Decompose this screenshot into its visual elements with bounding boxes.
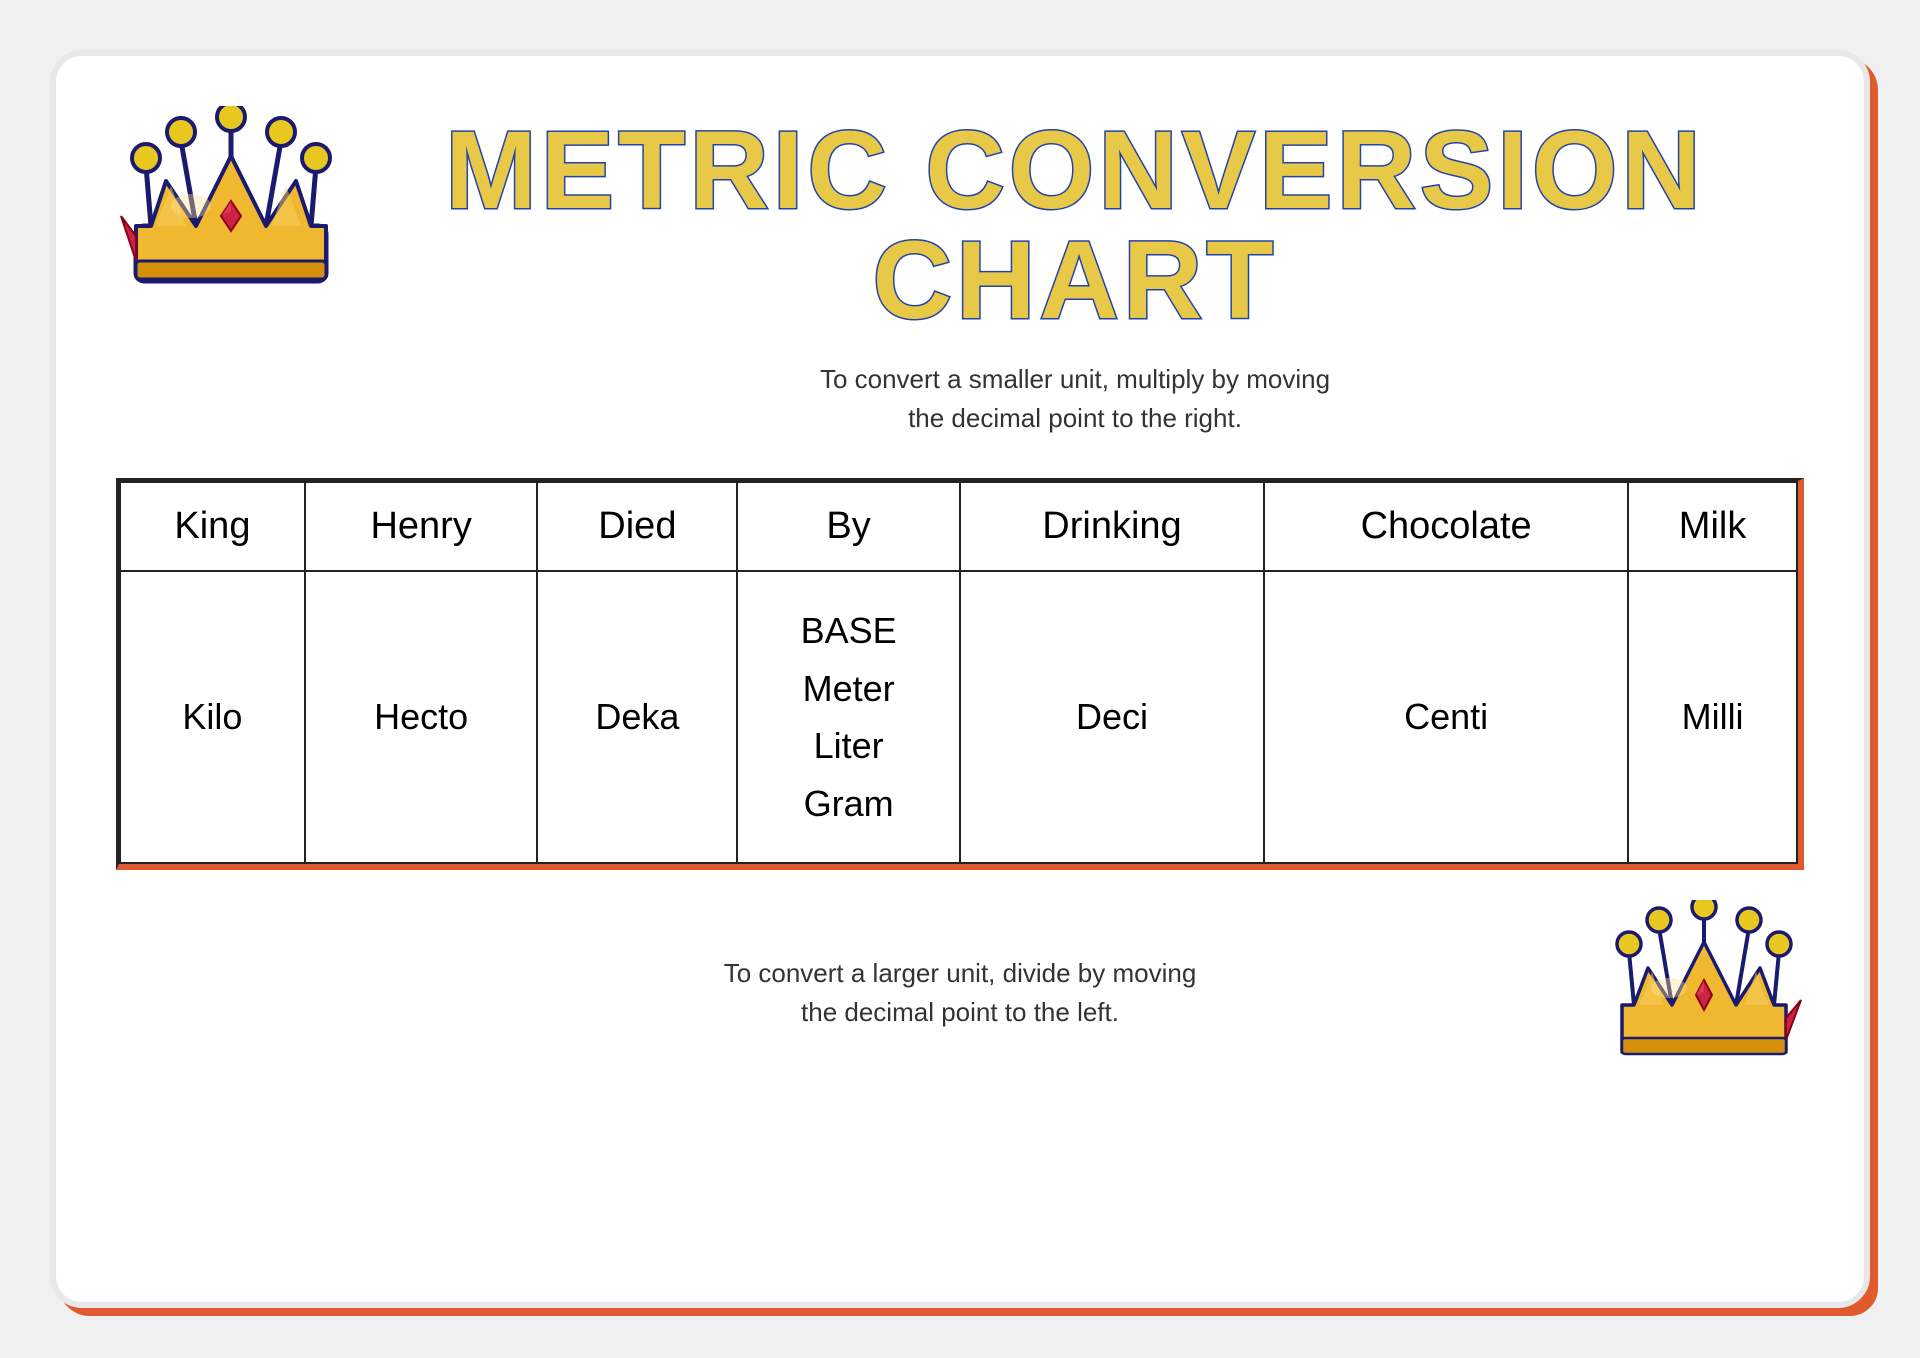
col-by: By	[737, 482, 960, 571]
val-deka: Deka	[537, 571, 737, 863]
conversion-table-wrapper: King Henry Died By Drinking Chocolate Mi…	[116, 478, 1804, 870]
col-chocolate: Chocolate	[1264, 482, 1628, 571]
bottom-text: To convert a larger unit, divide by movi…	[116, 954, 1604, 1032]
val-milli: Milli	[1628, 571, 1797, 863]
val-hecto: Hecto	[305, 571, 538, 863]
val-centi: Centi	[1264, 571, 1628, 863]
title-area: METRIC CONVERSION CHART To convert a sma…	[346, 96, 1804, 438]
table-data-row: Kilo Hecto Deka BASEMeterLiterGram Deci …	[120, 571, 1797, 863]
crown-left-icon	[116, 106, 346, 316]
col-died: Died	[537, 482, 737, 571]
conversion-table: King Henry Died By Drinking Chocolate Mi…	[119, 481, 1798, 864]
crown-right-icon	[1604, 900, 1804, 1085]
val-deci: Deci	[960, 571, 1264, 863]
val-base: BASEMeterLiterGram	[737, 571, 960, 863]
col-drinking: Drinking	[960, 482, 1264, 571]
col-king: King	[120, 482, 305, 571]
main-card: METRIC CONVERSION CHART To convert a sma…	[50, 50, 1870, 1308]
table-header-row: King Henry Died By Drinking Chocolate Mi…	[120, 482, 1797, 571]
page-title: METRIC CONVERSION CHART	[445, 116, 1705, 336]
col-milk: Milk	[1628, 482, 1797, 571]
bottom-area: To convert a larger unit, divide by movi…	[116, 900, 1804, 1085]
col-henry: Henry	[305, 482, 538, 571]
subtitle-text: To convert a smaller unit, multiply by m…	[820, 360, 1330, 438]
val-kilo: Kilo	[120, 571, 305, 863]
header-section: METRIC CONVERSION CHART To convert a sma…	[116, 96, 1804, 438]
